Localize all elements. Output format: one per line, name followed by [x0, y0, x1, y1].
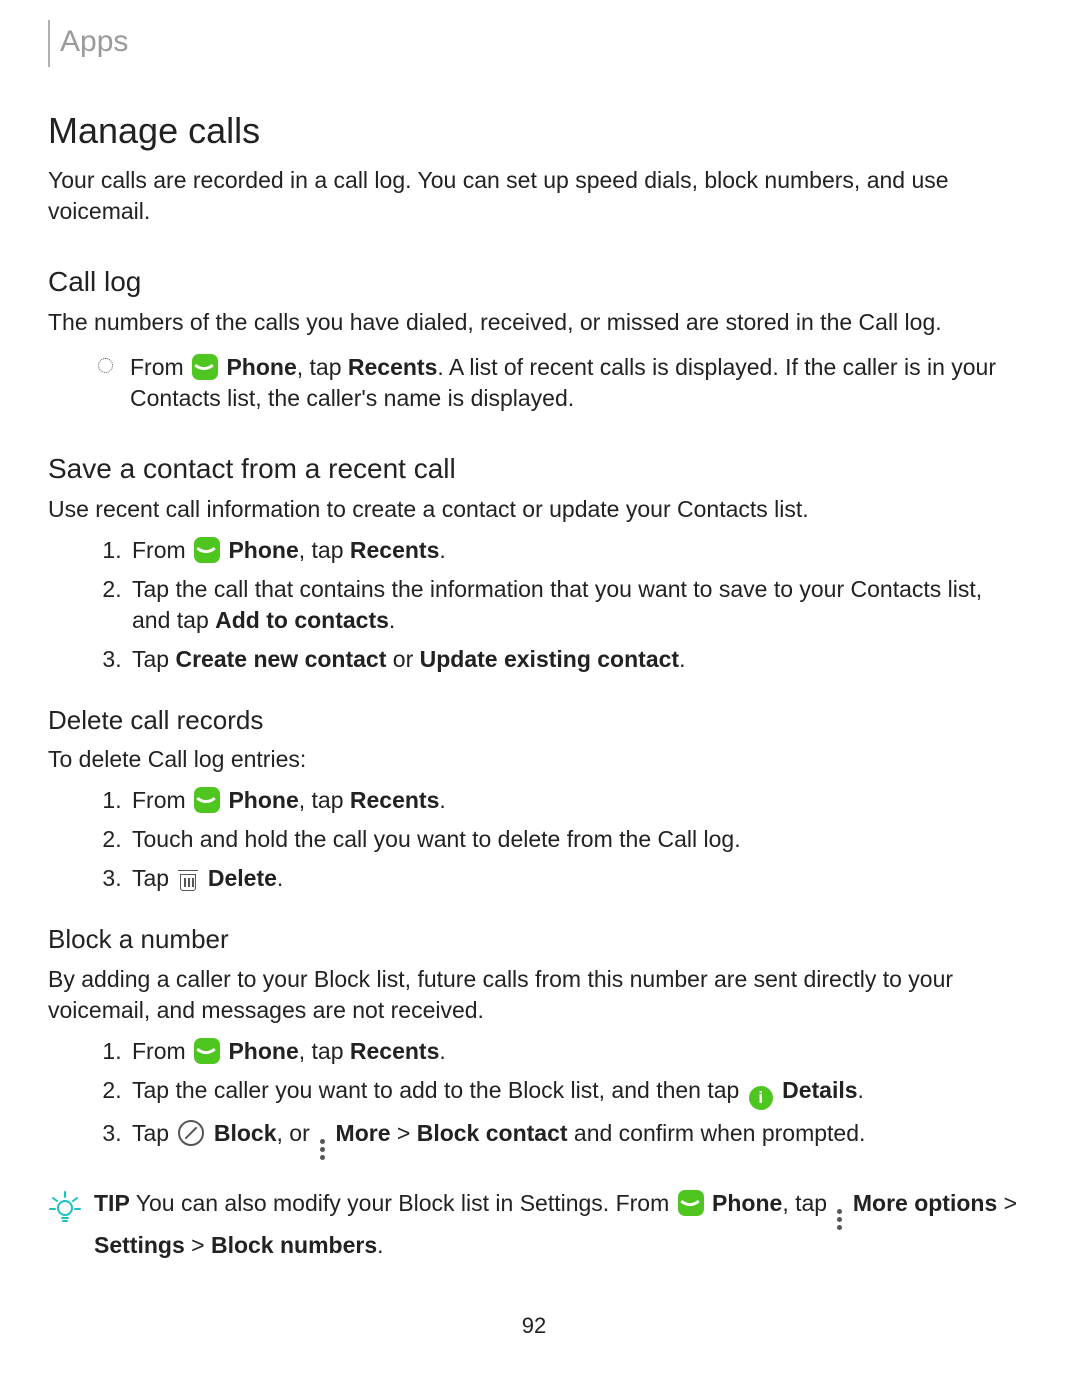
- delete-records-steps: From Phone, tap Recents. Touch and hold …: [48, 785, 1020, 894]
- breadcrumb: Apps: [48, 20, 1020, 67]
- tip-callout: TIP You can also modify your Block list …: [48, 1188, 1020, 1261]
- phone-app-icon: [194, 1038, 220, 1064]
- section-save-contact: Save a contact from a recent call: [48, 450, 1020, 488]
- phone-app-icon: [194, 537, 220, 563]
- intro-text: Your calls are recorded in a call log. Y…: [48, 165, 1020, 227]
- block-number-desc: By adding a caller to your Block list, f…: [48, 964, 1020, 1026]
- info-icon: i: [749, 1086, 773, 1110]
- list-item: Tap Delete.: [128, 863, 1020, 894]
- call-log-steps: From Phone, tap Recents. A list of recen…: [48, 352, 1020, 414]
- page-number: 92: [48, 1311, 1020, 1341]
- tip-text: TIP You can also modify your Block list …: [94, 1188, 1020, 1261]
- save-contact-desc: Use recent call information to create a …: [48, 494, 1020, 525]
- list-item: From Phone, tap Recents.: [128, 785, 1020, 816]
- section-call-log: Call log: [48, 263, 1020, 301]
- delete-records-desc: To delete Call log entries:: [48, 744, 1020, 775]
- list-item: Touch and hold the call you want to dele…: [128, 824, 1020, 855]
- block-number-steps: From Phone, tap Recents. Tap the caller …: [48, 1036, 1020, 1160]
- section-block-number: Block a number: [48, 922, 1020, 957]
- call-log-desc: The numbers of the calls you have dialed…: [48, 307, 1020, 338]
- breadcrumb-text: Apps: [60, 25, 128, 58]
- list-item: From Phone, tap Recents. A list of recen…: [98, 352, 1020, 414]
- list-item: Tap the call that contains the informati…: [128, 574, 1020, 636]
- section-delete-records: Delete call records: [48, 703, 1020, 738]
- trash-icon: [178, 869, 198, 891]
- list-item: Tap Block, or More > Block contact and c…: [128, 1118, 1020, 1160]
- lightbulb-icon: [48, 1190, 82, 1224]
- more-options-icon: [320, 1139, 325, 1160]
- page-title: Manage calls: [48, 107, 1020, 156]
- more-options-icon: [837, 1209, 842, 1230]
- block-icon: [178, 1120, 204, 1146]
- list-item: Tap Create new contact or Update existin…: [128, 644, 1020, 675]
- list-item: From Phone, tap Recents.: [128, 1036, 1020, 1067]
- list-item: From Phone, tap Recents.: [128, 535, 1020, 566]
- phone-app-icon: [194, 787, 220, 813]
- save-contact-steps: From Phone, tap Recents. Tap the call th…: [48, 535, 1020, 675]
- phone-app-icon: [192, 354, 218, 380]
- phone-app-icon: [678, 1190, 704, 1216]
- list-item: Tap the caller you want to add to the Bl…: [128, 1075, 1020, 1110]
